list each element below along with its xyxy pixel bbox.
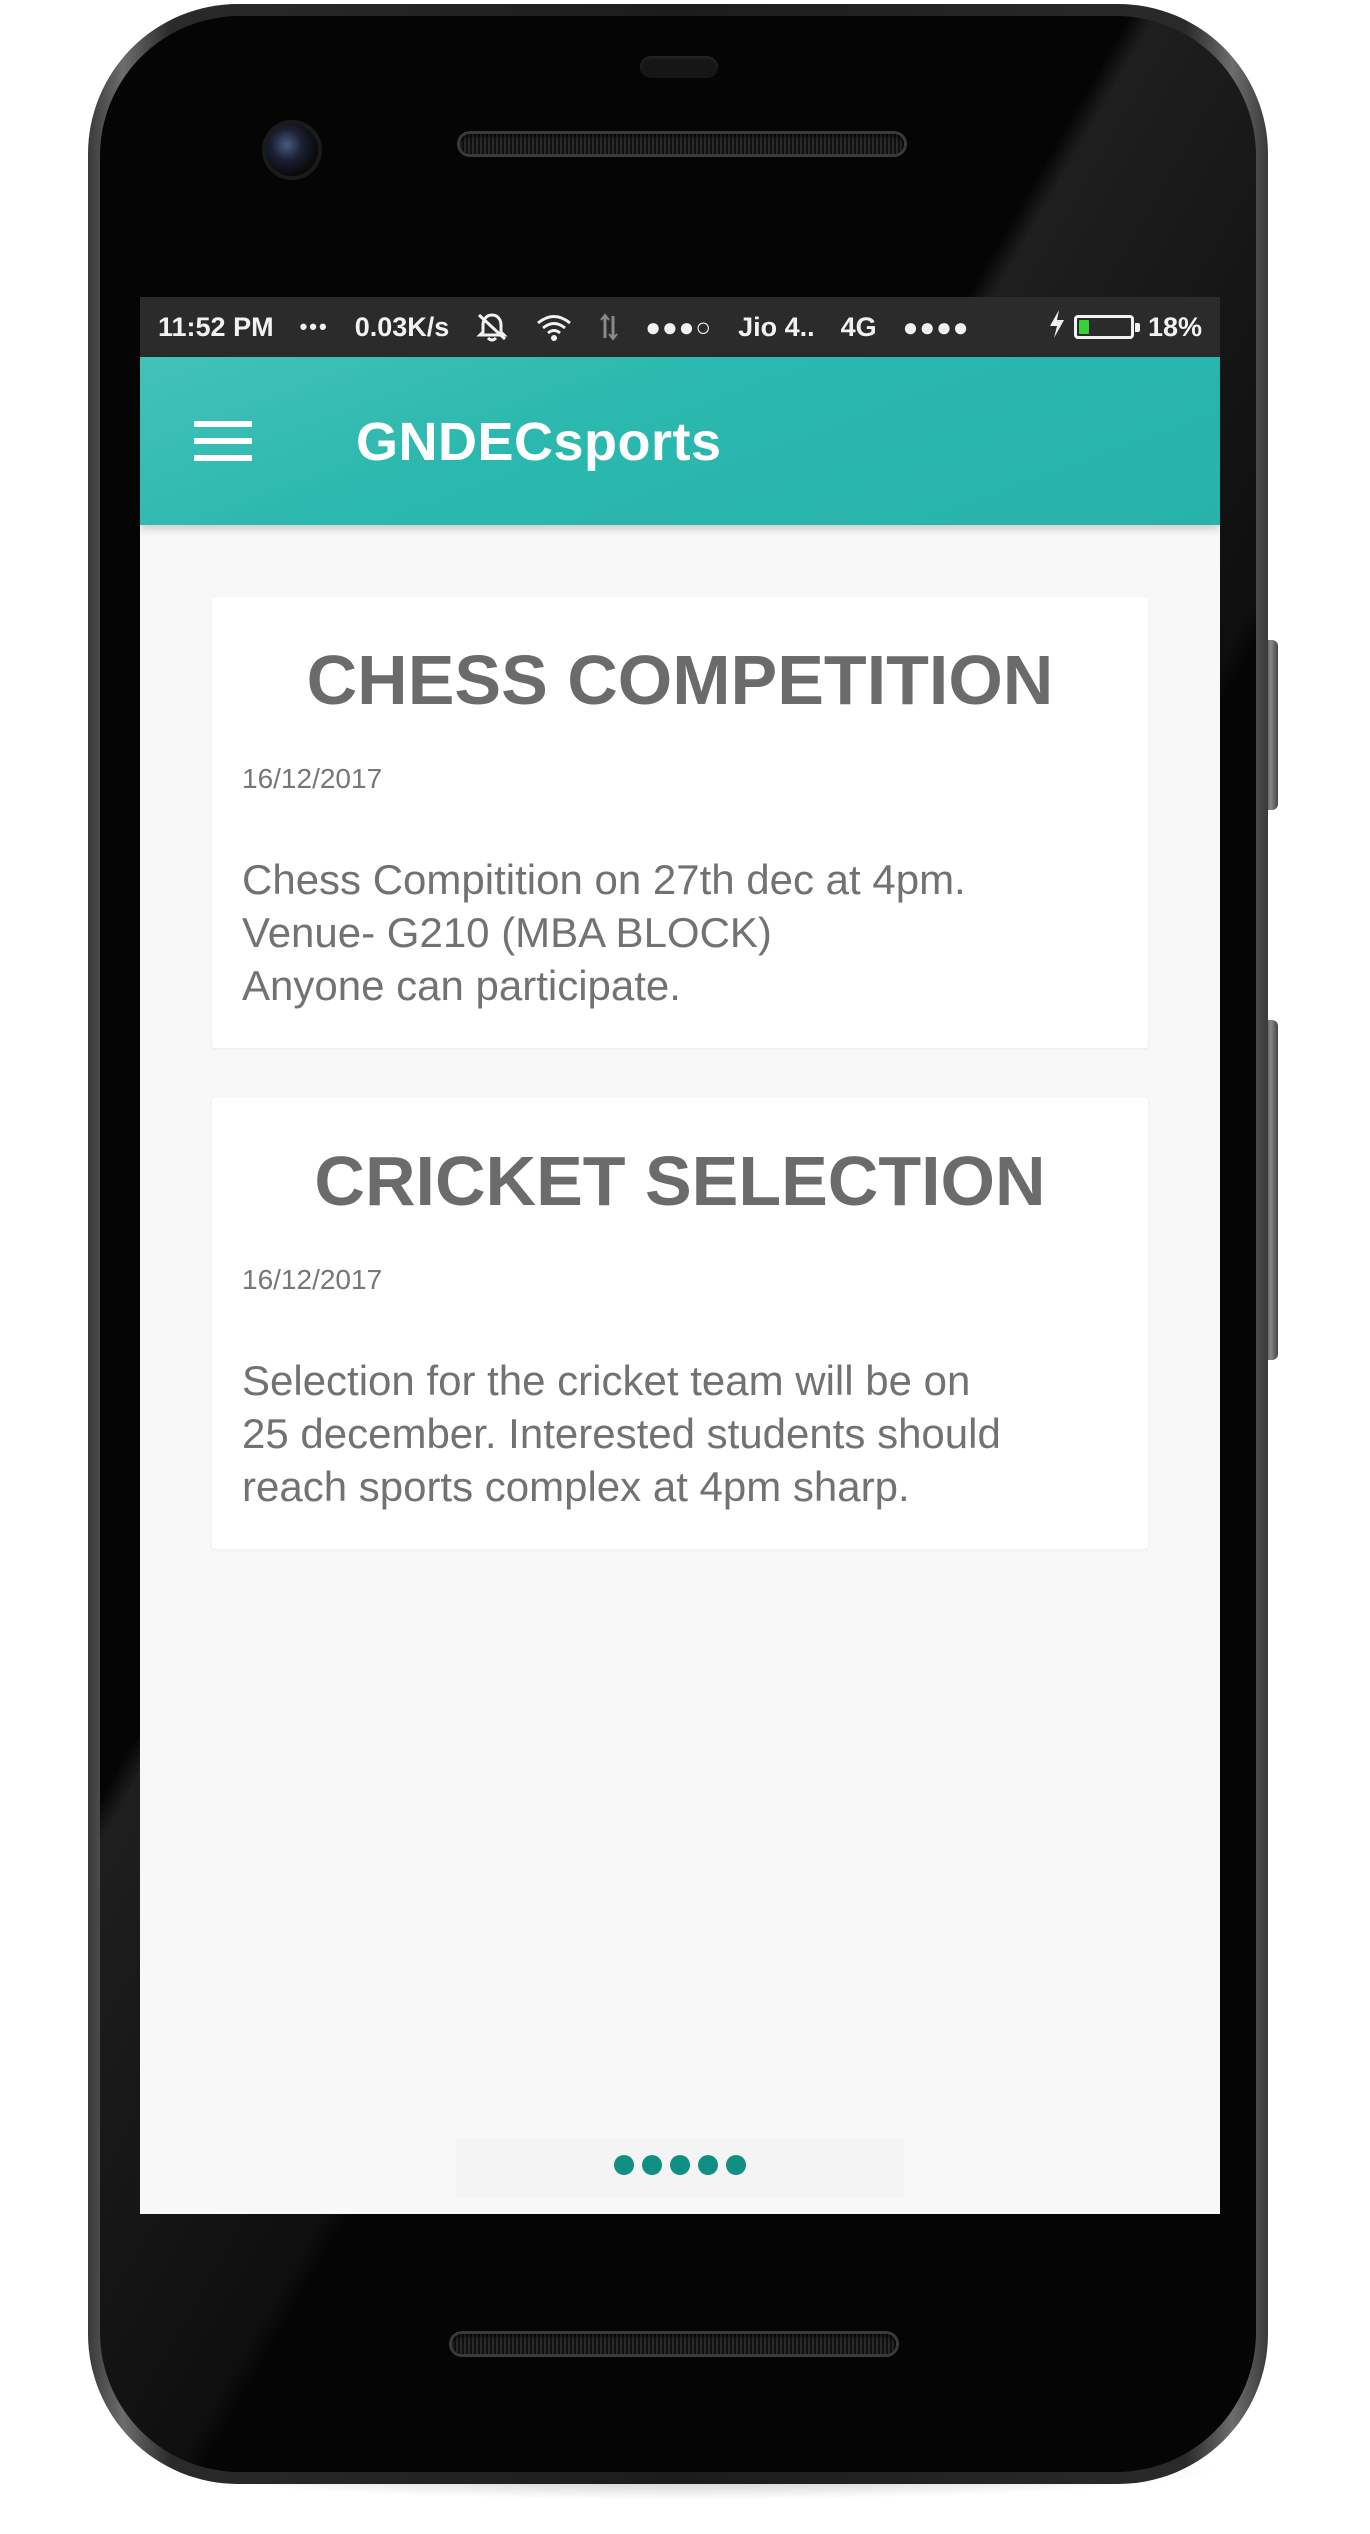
page-indicator[interactable] [140, 2155, 1220, 2179]
page-dot[interactable] [670, 2155, 690, 2175]
charging-bolt-icon [1048, 309, 1066, 346]
sim2-signal-icon: ●●●● [902, 311, 970, 342]
page-dot[interactable] [642, 2155, 662, 2175]
sim1-signal-icon: ●●●○ [645, 311, 713, 342]
page-dot[interactable] [726, 2155, 746, 2175]
app-title: GNDECsports [356, 412, 722, 472]
data-transfer-icon [599, 312, 619, 342]
clock: 11:52 PM [158, 311, 274, 342]
post-body: Chess Compitition on 27th dec at 4pm. Ve… [242, 856, 966, 1009]
earpiece-speaker [460, 134, 904, 154]
proximity-sensor [640, 56, 718, 78]
post-title: CRICKET SELECTION [314, 1142, 1046, 1220]
hamburger-menu-icon[interactable] [194, 421, 252, 461]
battery-percent: 18% [1147, 311, 1202, 342]
battery-group: 18% [1048, 309, 1202, 346]
app-toolbar: GNDECsports [140, 357, 1220, 525]
post-date: 16/12/2017 [242, 763, 383, 794]
battery-icon [1073, 315, 1140, 339]
post-card-cricket[interactable]: CRICKET SELECTION 16/12/2017 Selection f… [212, 1098, 1148, 1549]
post-title: CHESS COMPETITION [306, 641, 1054, 719]
front-camera [266, 124, 318, 176]
bottom-speaker [452, 2334, 896, 2354]
app-screen: 11:52 PM ••• 0.03K/s ●●●○ Jio 4.. 4G ●●●… [140, 297, 1220, 2214]
more-notifications-icon: ••• [299, 314, 329, 339]
phone-mockup: 11:52 PM ••• 0.03K/s ●●●○ Jio 4.. 4G ●●●… [0, 0, 1370, 2534]
network-speed: 0.03K/s [354, 311, 450, 342]
page-dot[interactable] [614, 2155, 634, 2175]
carrier-name: Jio 4.. [738, 311, 815, 342]
battery-level [1078, 320, 1089, 334]
mute-alarm-icon [475, 312, 509, 342]
wifi-icon [535, 312, 573, 342]
post-card-chess[interactable]: CHESS COMPETITION 16/12/2017 Chess Compi… [212, 597, 1148, 1048]
page-dot[interactable] [698, 2155, 718, 2175]
post-feed: CHESS COMPETITION 16/12/2017 Chess Compi… [212, 597, 1148, 1599]
status-bar: 11:52 PM ••• 0.03K/s ●●●○ Jio 4.. 4G ●●●… [140, 297, 1220, 357]
network-type: 4G [840, 311, 877, 342]
post-body: Selection for the cricket team will be o… [242, 1357, 1001, 1510]
post-date: 16/12/2017 [242, 1264, 383, 1295]
